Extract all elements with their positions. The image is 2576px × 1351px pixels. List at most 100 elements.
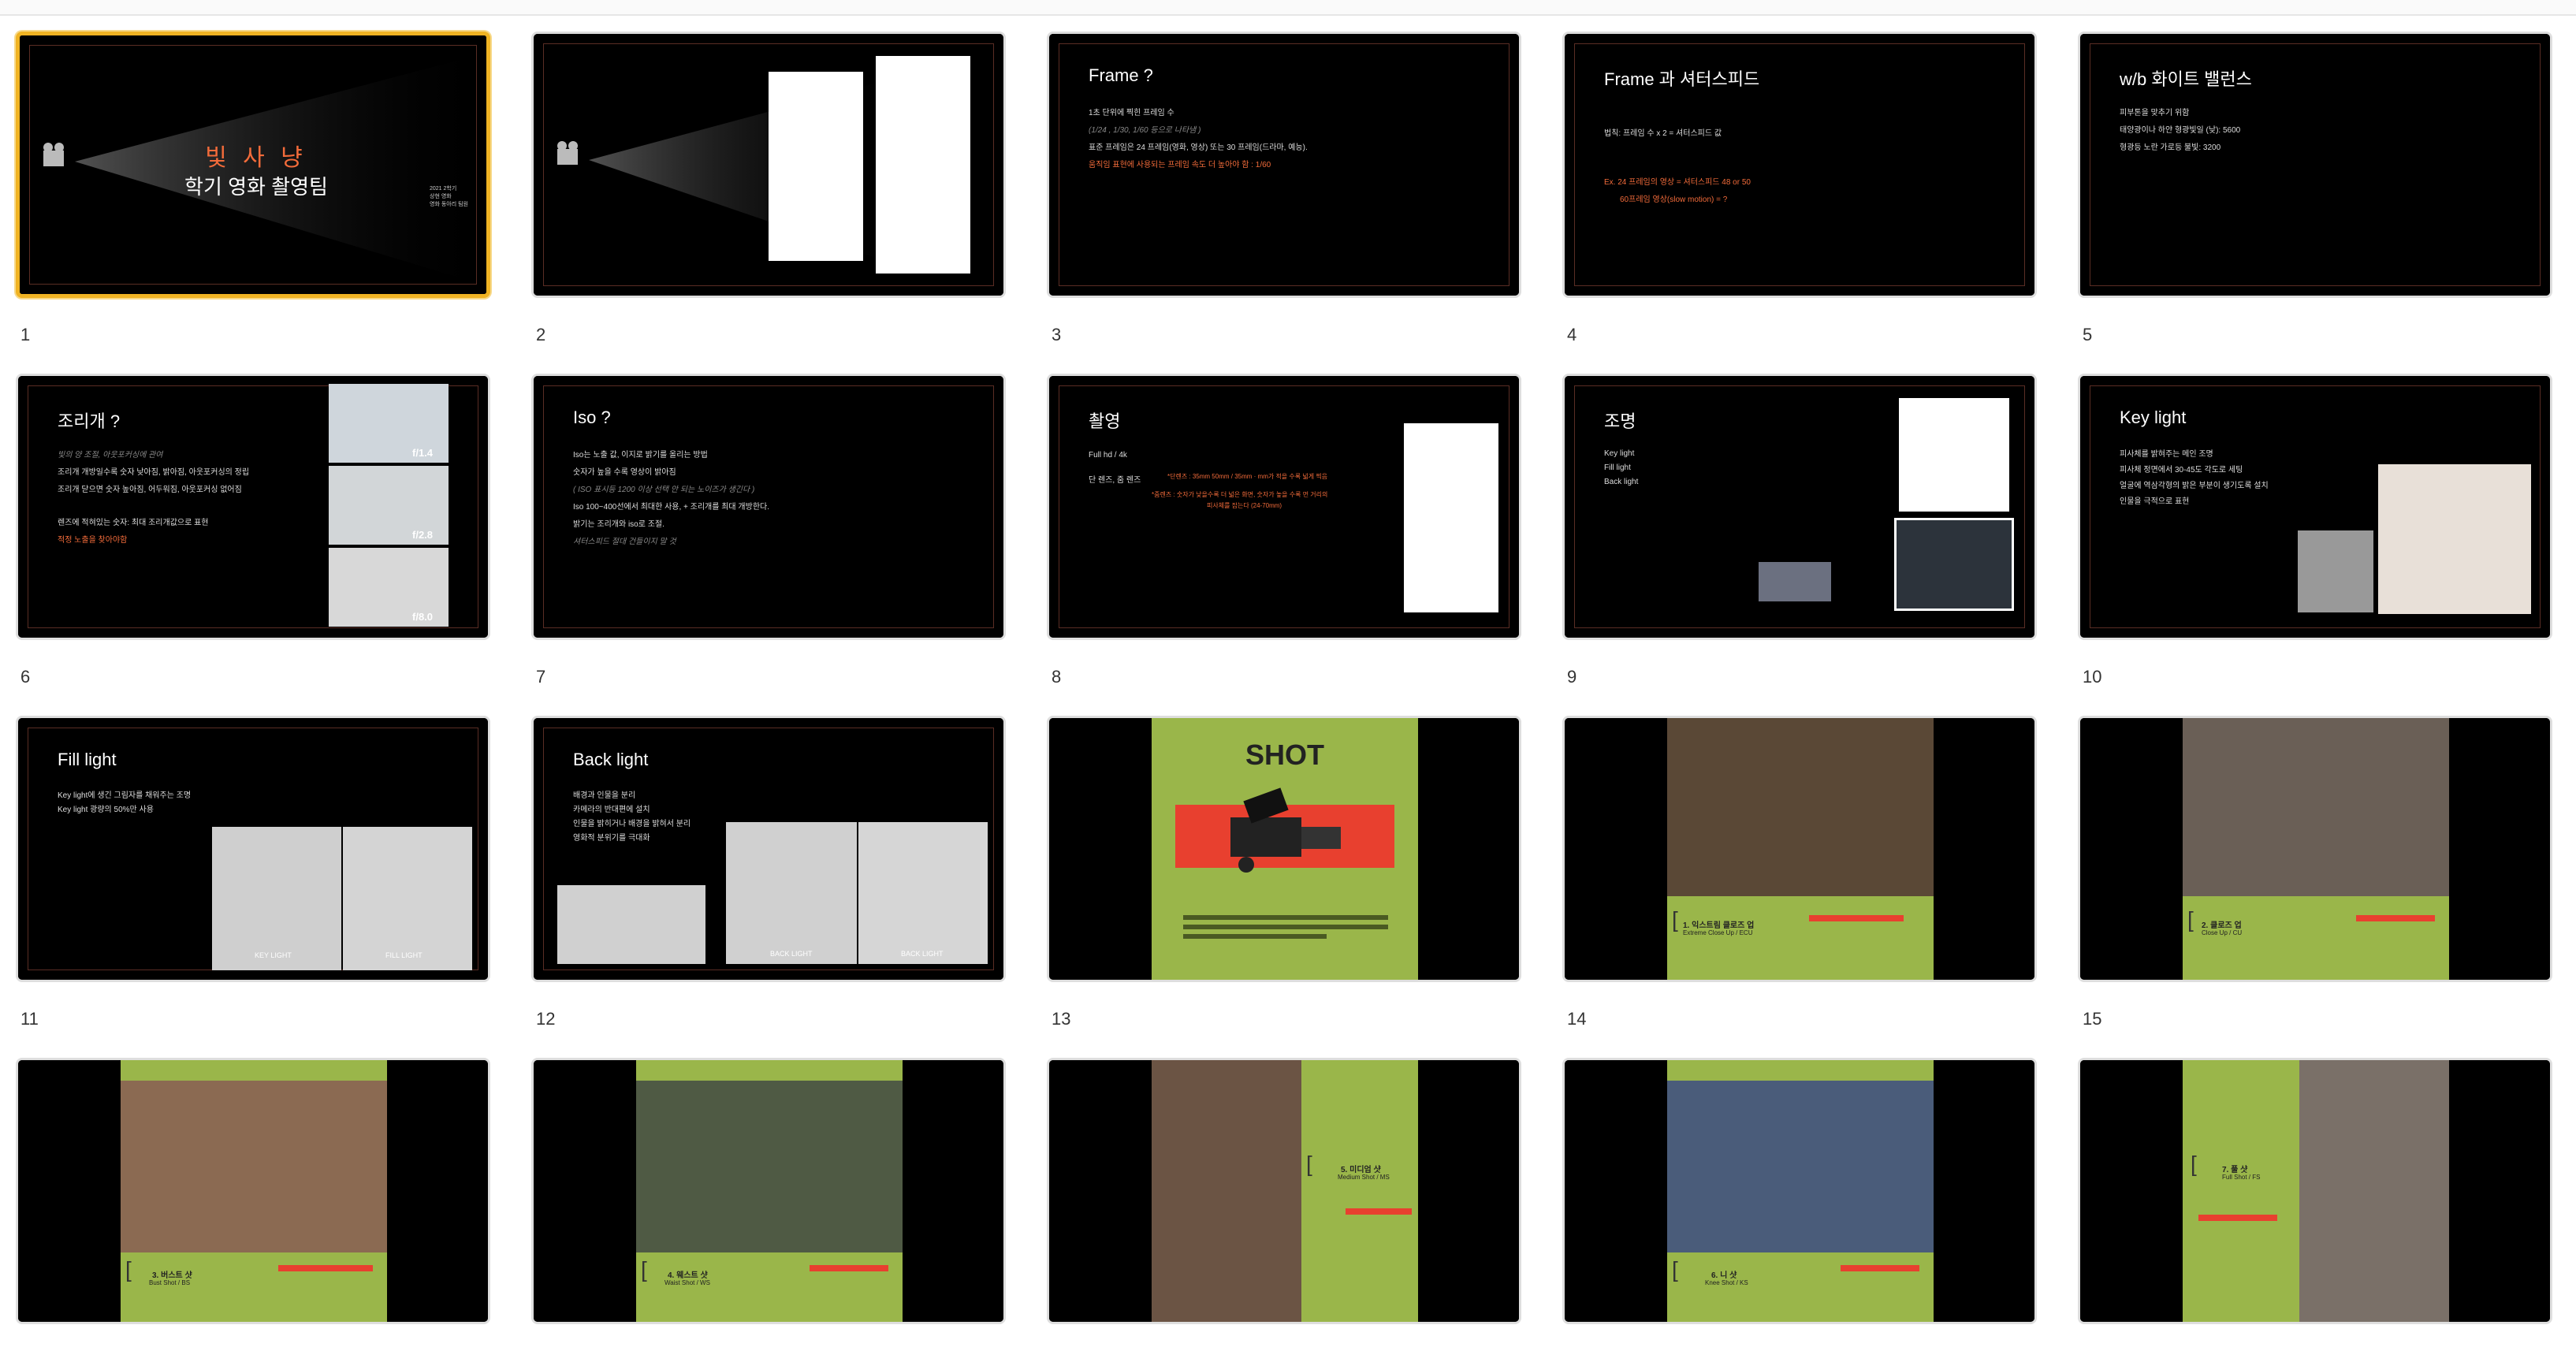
toolbar-edge	[0, 0, 2576, 16]
portrait-photo	[726, 822, 857, 964]
caption-bracket: [	[2191, 1152, 2197, 1176]
slide-title: 빛 사 냥	[205, 145, 307, 171]
slide-title: Key light	[2120, 408, 2187, 427]
shot-caption: 3. 버스트 샷	[152, 1271, 192, 1280]
caption-bracket: [	[641, 1257, 647, 1282]
light-gear-card	[1899, 398, 2009, 512]
slide-bullets: Key light에 생긴 그림자를 채워주는 조명 Key light 광량의…	[58, 791, 192, 814]
slide-title: w/b 화이트 밸런스	[2120, 69, 2252, 89]
shot-panel: [ 6. 니 샷 Knee Shot / KS	[1667, 1060, 1934, 1322]
shot-caption-sub: Knee Shot / KS	[1705, 1279, 1748, 1286]
shot-caption: 7. 풀 샷	[2222, 1166, 2248, 1174]
portrait-photo	[2378, 464, 2531, 614]
caption-bracket: [	[1306, 1152, 1312, 1176]
caption-bracket: [	[2187, 907, 2194, 932]
shot-caption: 1. 익스트림 클로즈 업	[1683, 921, 1755, 930]
gear-list-card	[1404, 423, 1498, 612]
shot-panel: SHOT	[1152, 718, 1418, 980]
shot-panel: [ 3. 버스트 샷 Bust Shot / BS	[121, 1060, 387, 1322]
light-label: BACK LIGHT	[770, 950, 813, 958]
slide-number: 5	[2083, 325, 2093, 344]
shot-caption-sub: Full Shot / FS	[2222, 1174, 2261, 1181]
slide-number: 7	[536, 667, 546, 687]
slide-number: 12	[536, 1009, 556, 1029]
slide-meta: 2021 2학기 상현 영화 영화 동아리 팀원	[430, 186, 468, 207]
slide-bullets: 법칙: 프레임 수 x 2 = 셔터스피드 값 Ex. 24 프레임의 영상 =…	[1604, 129, 1751, 204]
portrait-photo	[343, 827, 472, 970]
shot-caption-sub: Waist Shot / WS	[664, 1279, 710, 1286]
slide-number: 3	[1052, 325, 1062, 344]
shot-caption-sub: Extreme Close Up / ECU	[1683, 929, 1753, 936]
shot-caption-sub: Close Up / CU	[2202, 929, 2243, 936]
shot-photo	[1152, 1060, 1301, 1322]
studio-light-photo	[2298, 530, 2373, 612]
slide-number: 8	[1052, 667, 1062, 687]
red-highlight-bar	[278, 1265, 373, 1271]
portrait-photo	[1759, 562, 1831, 601]
aperture-label: f/1.4	[412, 447, 434, 459]
portrait-photo	[212, 827, 341, 970]
slide-number: 6	[20, 667, 31, 687]
slide-title: 조리개 ?	[58, 411, 121, 431]
gear-list-card	[769, 72, 863, 261]
slide-title: Frame ?	[1089, 65, 1153, 85]
slide-title: Back light	[573, 750, 649, 769]
shot-caption-sub: Bust Shot / BS	[149, 1279, 191, 1286]
gear-list-card	[876, 56, 970, 274]
light-label: FILL LIGHT	[385, 951, 423, 959]
slide-bullets: 피사체를 밝혀주는 메인 조명 피사체 정면에서 30-45도 각도로 세팅 얼…	[2120, 450, 2269, 506]
slide-number: 4	[1567, 325, 1577, 344]
shot-photo	[636, 1081, 903, 1252]
shot-panel: [ 1. 익스트림 클로즈 업 Extreme Close Up / ECU	[1667, 718, 1934, 980]
shot-photo	[2183, 718, 2449, 896]
light-label: BACK LIGHT	[901, 950, 944, 958]
shot-title: SHOT	[1245, 739, 1324, 771]
shot-panel: [ 4. 웨스트 샷 Waist Shot / WS	[636, 1060, 903, 1322]
portrait-photo	[858, 822, 988, 964]
slide-bullets: Key light Fill light Back light	[1604, 449, 1639, 486]
red-highlight-bar	[1809, 915, 1904, 921]
slide-number: 15	[2083, 1009, 2102, 1029]
caption-bracket: [	[1672, 907, 1678, 932]
shot-caption: 5. 미디엄 샷	[1341, 1166, 1381, 1174]
slide-bullets: 1초 단위에 찍힌 프레임 수 (1/24 , 1/30, 1/60 등으로 나…	[1089, 109, 1308, 169]
slide-number: 1	[20, 325, 31, 344]
slide-number: 11	[20, 1009, 39, 1029]
shot-caption: 2. 클로즈 업	[2202, 921, 2242, 930]
slide-title: 촬영	[1089, 411, 1121, 431]
shot-caption-sub: Medium Shot / MS	[1338, 1174, 1390, 1181]
slide-bullets: 빛의 양 조절, 아웃포커싱에 관여 조리개 개방일수록 숫자 낮아짐, 밝아짐…	[58, 451, 250, 545]
red-highlight-bar	[1841, 1265, 1919, 1271]
slide-title: Iso ?	[573, 408, 611, 427]
cinema-camera-icon	[1230, 787, 1341, 873]
aperture-label: f/8.0	[412, 611, 434, 623]
light-label: KEY LIGHT	[255, 951, 292, 959]
shot-photo	[1667, 718, 1934, 896]
shot-panel: [ 5. 미디엄 샷 Medium Shot / MS	[1152, 1060, 1418, 1322]
red-highlight-bar	[2356, 915, 2435, 921]
shot-photo	[1667, 1081, 1934, 1252]
shot-panel: [ 7. 풀 샷 Full Shot / FS	[2183, 1060, 2449, 1322]
slide-title: Frame 과 셔터스피드	[1604, 69, 1760, 89]
slide-title: 조명	[1604, 411, 1636, 431]
portrait-photo	[557, 885, 705, 964]
slide-bullets: 피부톤을 맞추기 위함 태양광이나 하얀 형광빛일 (낮): 5600 형광등 …	[2120, 109, 2241, 152]
shot-panel: [ 2. 클로즈 업 Close Up / CU	[2183, 718, 2449, 980]
slide-title: Fill light	[58, 750, 117, 769]
slide-bullets: Iso는 노출 값, 이지로 밝기를 올리는 방법 숫자가 높을 수록 영상이 …	[573, 451, 769, 546]
slide-number: 13	[1052, 1009, 1071, 1029]
slide-bullets: Full hd / 4k 단 렌즈, 줌 렌즈 *단렌즈 : 35mm 50mm…	[1089, 451, 1328, 509]
red-highlight-bar	[810, 1265, 888, 1271]
slide-bullets: 배경과 인물을 분리 카메라의 반대편에 설치 인물을 밝히거나 배경을 밝혀서…	[573, 791, 691, 843]
red-highlight-bar	[2198, 1215, 2277, 1221]
caption-bracket: [	[125, 1257, 132, 1282]
aperture-label: f/2.8	[412, 529, 434, 541]
shot-photo	[121, 1081, 387, 1252]
light-panel-photo	[1894, 518, 2014, 611]
slide-subtitle: 학기 영화 촬영팀	[184, 175, 328, 199]
slide-number: 14	[1567, 1009, 1587, 1029]
shot-caption: 6. 니 샷	[1711, 1271, 1737, 1280]
red-highlight-bar	[1346, 1208, 1412, 1215]
caption-bracket: [	[1672, 1257, 1678, 1282]
slide-number: 10	[2083, 667, 2102, 687]
